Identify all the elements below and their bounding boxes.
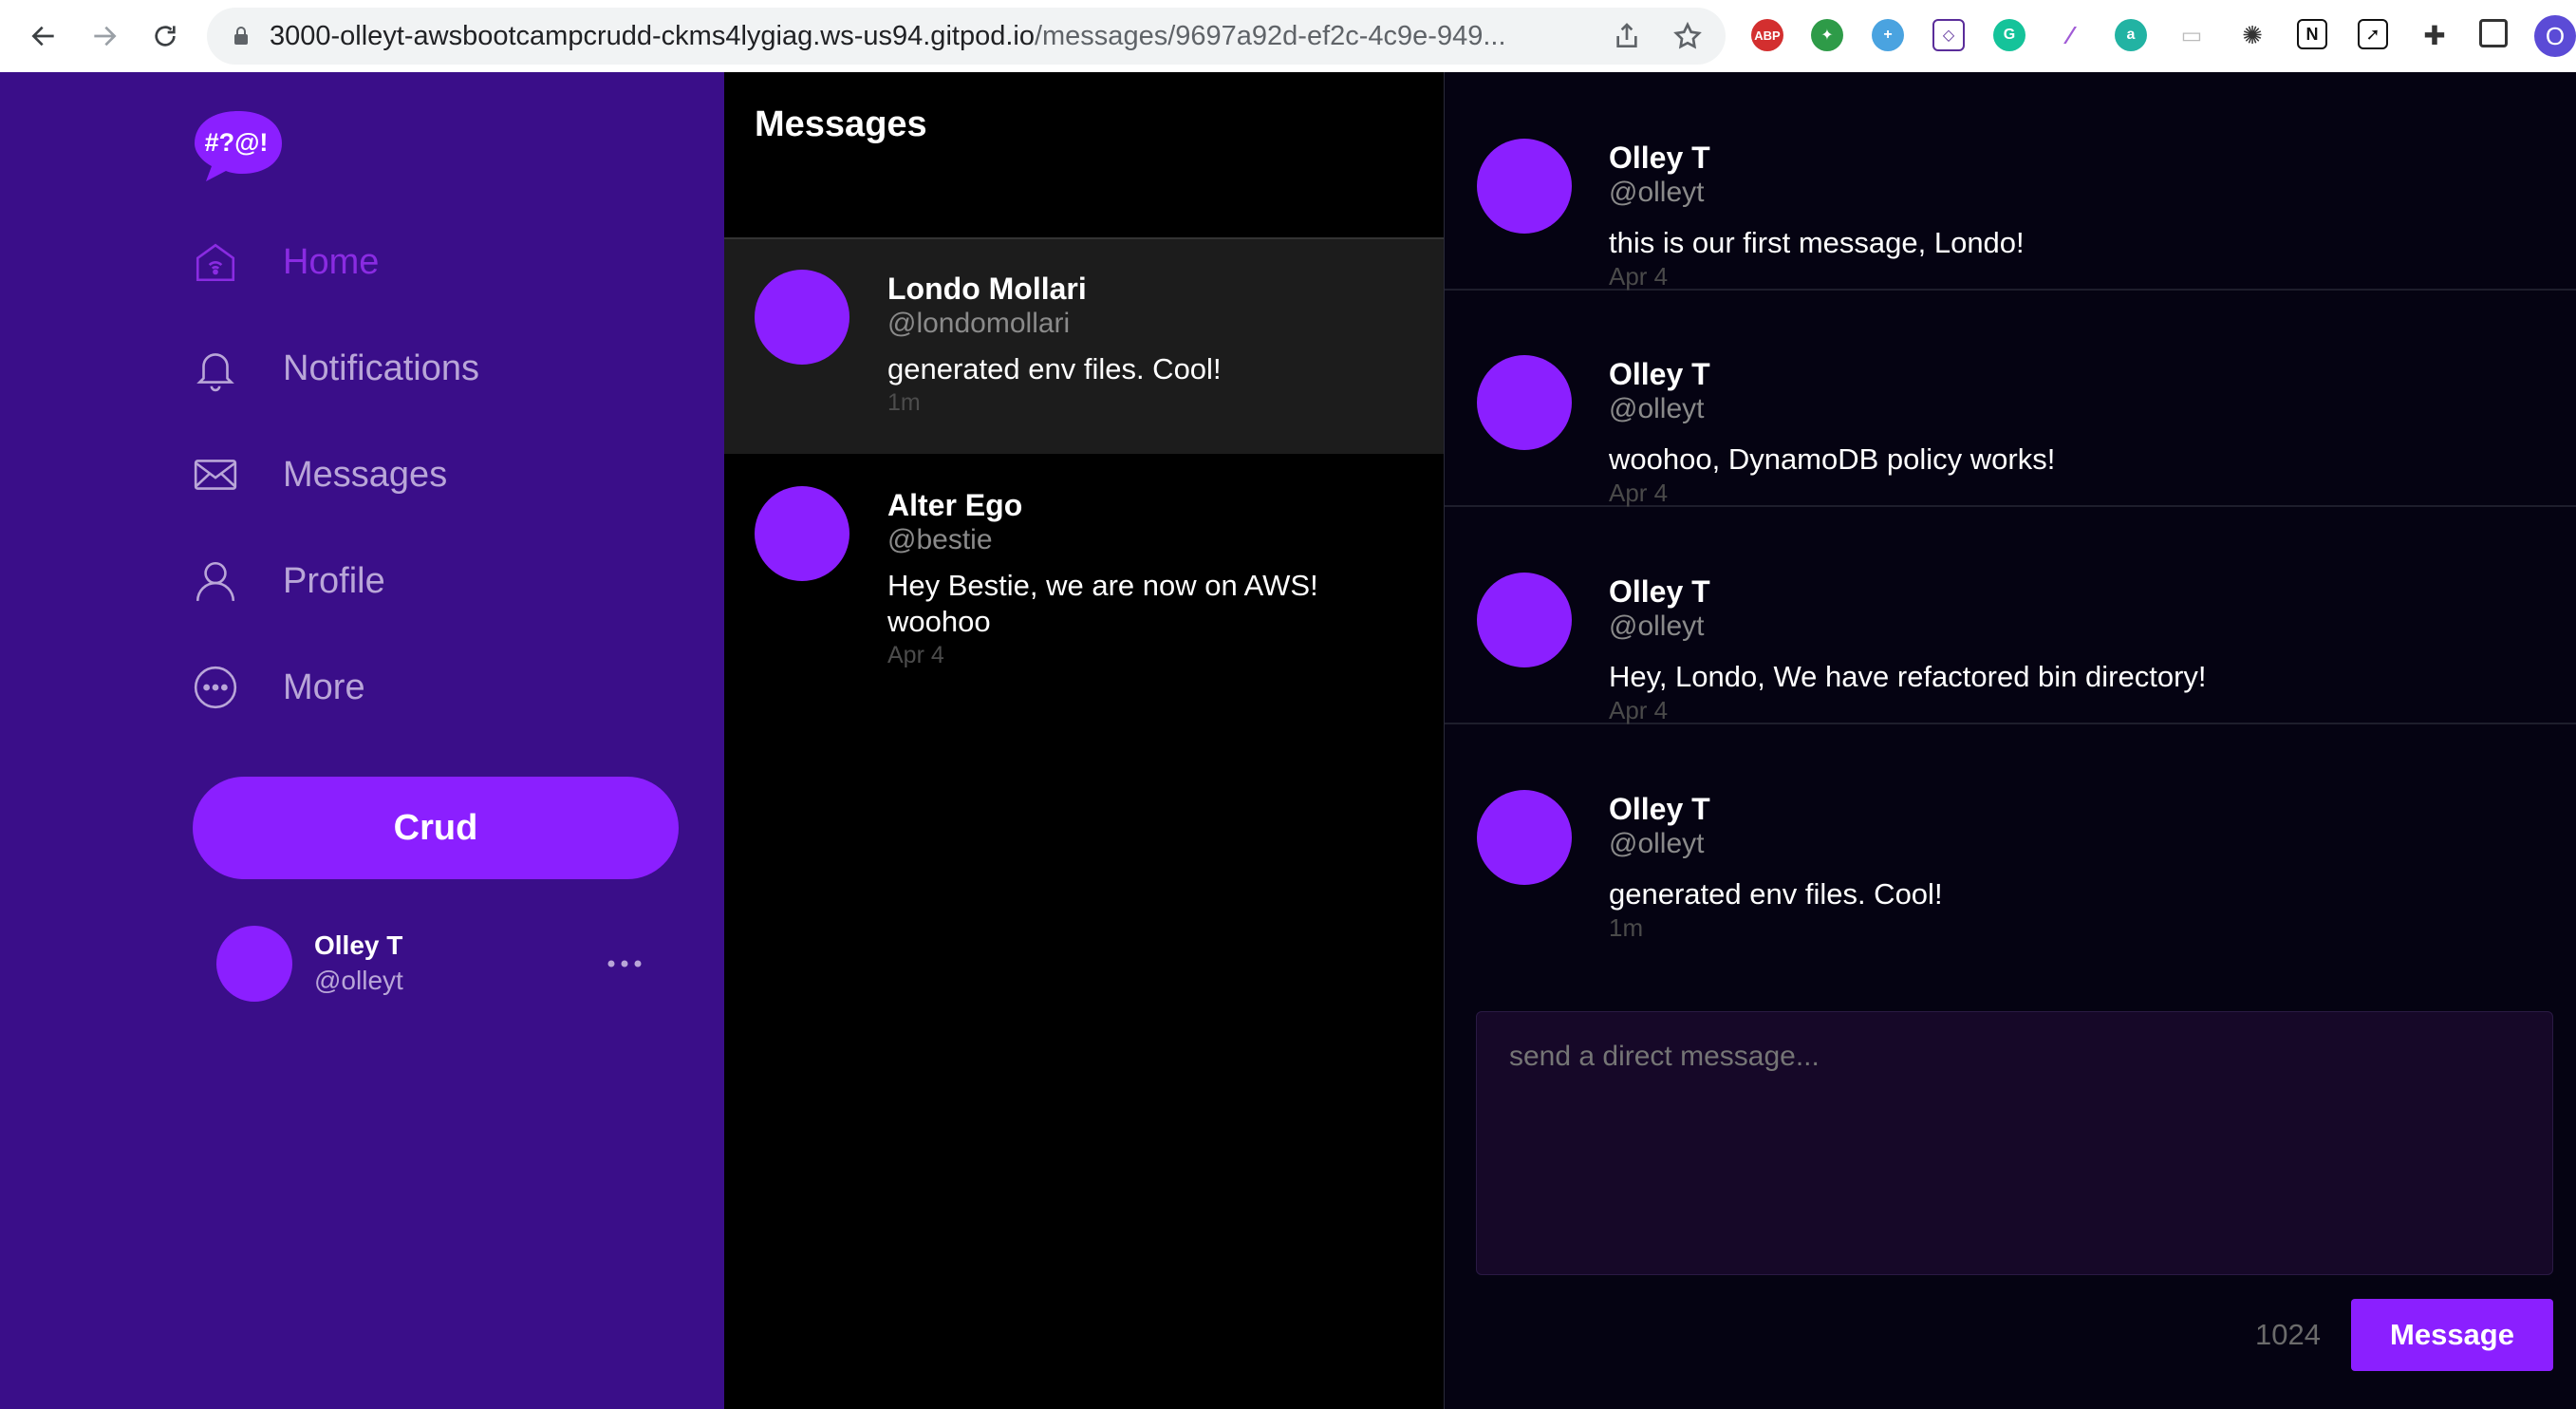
url-text: 3000-olleyt-awsbootcampcrudd-ckms4lygiag…	[270, 21, 1506, 51]
avatar	[1477, 139, 1572, 234]
nav-more[interactable]: More	[190, 654, 365, 721]
conversation-panel: Olley T @olleyt this is our first messag…	[1444, 72, 2576, 1409]
openai-extension-icon[interactable]: ✺	[2236, 19, 2268, 51]
evernote-extension-icon[interactable]: ✦	[1811, 19, 1843, 51]
avatar	[1477, 573, 1572, 667]
group-last-message: generated env files. Cool!	[887, 352, 1222, 385]
address-bar[interactable]: 3000-olleyt-awsbootcampcrudd-ckms4lygiag…	[207, 8, 1726, 65]
more-circle-icon	[190, 662, 241, 713]
group-handle: @londomollari	[887, 308, 1071, 339]
current-user-handle: @olleyt	[314, 966, 403, 995]
avatar	[1477, 355, 1572, 450]
message-time: 1m	[1609, 913, 1644, 942]
direct-message-input[interactable]	[1476, 1011, 2553, 1275]
nav-notifications[interactable]: Notifications	[190, 335, 479, 402]
svg-text:#?@!: #?@!	[205, 128, 269, 157]
send-extension-icon[interactable]: ➚	[2358, 19, 2388, 49]
current-user-name: Olley T	[314, 930, 403, 960]
avatar	[1477, 790, 1572, 885]
printer-extension-icon[interactable]: ▭	[2175, 19, 2208, 51]
nav-profile-label: Profile	[283, 560, 385, 601]
group-time: 1m	[887, 389, 921, 416]
message-item: Olley T @olleyt Hey, Londo, We have refa…	[1445, 506, 2576, 724]
message-group-item[interactable]: Londo Mollari @londomollari generated en…	[724, 239, 1444, 454]
adblock-extension-icon[interactable]: ABP	[1751, 19, 1783, 51]
nav-messages-label: Messages	[283, 454, 448, 495]
message-handle: @olleyt	[1609, 177, 1705, 208]
puzzle-extensions-icon[interactable]: ✚	[2418, 19, 2451, 51]
user-menu-ellipsis-icon[interactable]	[604, 949, 645, 978]
group-name: Londo Mollari	[887, 272, 1087, 306]
back-arrow-icon[interactable]	[21, 13, 66, 59]
message-groups-panel: Messages Londo Mollari @londomollari gen…	[724, 72, 1444, 1409]
message-author: Olley T	[1609, 792, 1710, 826]
message-author: Olley T	[1609, 141, 1710, 175]
panel-title: Messages	[755, 104, 927, 144]
grammarly-extension-icon[interactable]: G	[1993, 19, 2025, 51]
message-body: Hey, Londo, We have refactored bin direc…	[1609, 660, 2207, 693]
share-icon[interactable]	[1612, 21, 1642, 51]
bookmark-star-icon[interactable]	[1672, 21, 1703, 51]
home-icon	[190, 236, 241, 288]
message-author: Olley T	[1609, 357, 1710, 391]
current-user-avatar[interactable]	[216, 926, 292, 1002]
group-time: Apr 4	[887, 642, 944, 668]
person-icon	[190, 555, 241, 607]
message-body: this is our first message, Londo!	[1609, 226, 2025, 259]
group-handle: @bestie	[887, 524, 993, 555]
message-time: Apr 4	[1609, 262, 1669, 291]
reload-icon[interactable]	[142, 13, 188, 59]
browser-profile-avatar[interactable]: O	[2534, 15, 2576, 57]
character-count: 1024	[2255, 1318, 2321, 1351]
sidebar: #?@! Home Notifications Messages Profile…	[0, 72, 724, 1409]
message-body: generated env files. Cool!	[1609, 877, 1943, 911]
plus-extension-icon[interactable]: +	[1872, 19, 1904, 51]
message-handle: @olleyt	[1609, 611, 1705, 642]
message-time: Apr 4	[1609, 696, 1669, 724]
envelope-icon	[190, 449, 241, 500]
message-body: woohoo, DynamoDB policy works!	[1609, 442, 2056, 476]
crud-button[interactable]: Crud	[193, 777, 679, 879]
nav-profile[interactable]: Profile	[190, 548, 385, 614]
tag-extension-icon[interactable]: ◇	[1932, 19, 1965, 51]
message-handle: @olleyt	[1609, 828, 1705, 859]
lock-icon	[234, 27, 248, 45]
message-group-item[interactable]: Alter Ego @bestie Hey Bestie, we are now…	[724, 454, 1444, 682]
message-item: Olley T @olleyt generated env files. Coo…	[1445, 723, 2576, 942]
message-item: Olley T @olleyt woohoo, DynamoDB policy …	[1445, 289, 2576, 507]
message-author: Olley T	[1609, 574, 1710, 609]
app-logo[interactable]: #?@!	[193, 107, 284, 185]
message-time: Apr 4	[1609, 479, 1669, 507]
nav-messages[interactable]: Messages	[190, 441, 447, 508]
nav-home[interactable]: Home	[190, 229, 379, 295]
group-last-message: Hey Bestie, we are now on AWS! woohoo	[887, 569, 1318, 638]
a-extension-icon[interactable]: a	[2115, 19, 2147, 51]
notion-extension-icon[interactable]: N	[2297, 19, 2327, 49]
forward-arrow-icon[interactable]	[82, 13, 127, 59]
bell-icon	[190, 343, 241, 394]
pen-extension-icon[interactable]: ⁄	[2054, 19, 2086, 51]
message-item: Olley T @olleyt this is our first messag…	[1445, 72, 2576, 291]
avatar	[755, 270, 849, 365]
browser-toolbar: 3000-olleyt-awsbootcampcrudd-ckms4lygiag…	[0, 0, 2576, 73]
nav-notifications-label: Notifications	[283, 348, 479, 388]
send-message-button[interactable]: Message	[2351, 1299, 2553, 1371]
group-name: Alter Ego	[887, 488, 1023, 522]
sidepanel-icon[interactable]	[2479, 19, 2508, 47]
nav-home-label: Home	[283, 241, 380, 282]
avatar	[755, 486, 849, 581]
message-handle: @olleyt	[1609, 393, 1705, 424]
nav-more-label: More	[283, 667, 365, 707]
